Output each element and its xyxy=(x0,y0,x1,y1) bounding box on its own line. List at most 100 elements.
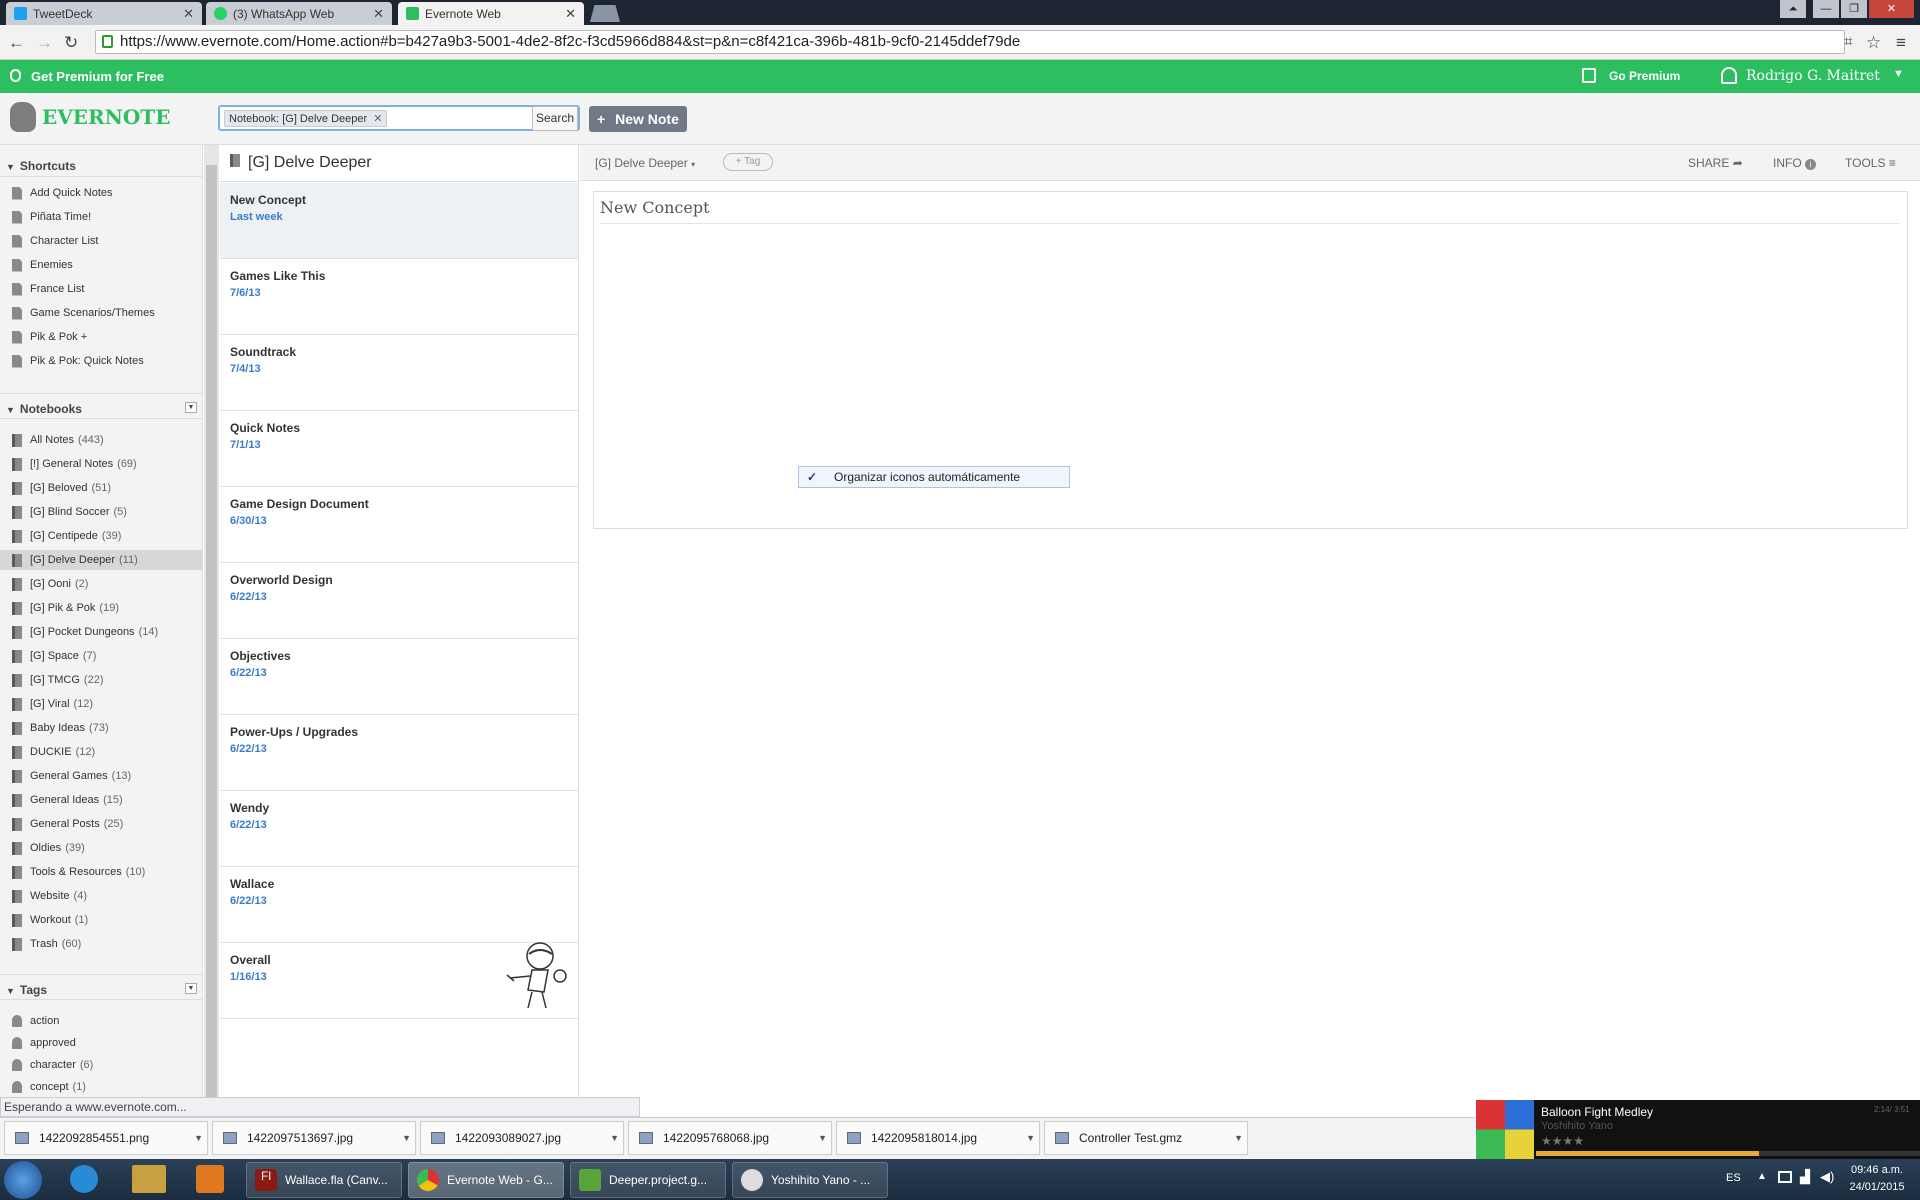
note-content-box[interactable]: New Concept xyxy=(593,191,1908,529)
notebook-item[interactable]: [G] Viral (12) xyxy=(12,694,93,714)
sidebar-scrollbar-thumb[interactable] xyxy=(206,165,217,1097)
notebooks-header[interactable]: ▼ Notebooks ▼ xyxy=(0,393,202,419)
window-close-button[interactable]: ✕ xyxy=(1869,0,1914,18)
note-card[interactable]: Games Like This 7/6/13 xyxy=(220,259,578,335)
download-item[interactable]: 1422097513697.jpg ▼ xyxy=(212,1121,416,1155)
chevron-down-icon[interactable]: ▼ xyxy=(818,1133,827,1143)
download-item[interactable]: 1422093089027.jpg ▼ xyxy=(420,1121,624,1155)
tag-item[interactable]: approved xyxy=(12,1033,80,1053)
notebook-item[interactable]: [!] General Notes (69) xyxy=(12,454,137,474)
download-item[interactable]: 1422095768068.jpg ▼ xyxy=(628,1121,832,1155)
taskbar-item-chrome[interactable]: Evernote Web - G... xyxy=(408,1162,564,1198)
notebook-selector[interactable]: [G] Delve Deeper ▾ xyxy=(595,156,695,170)
network-icon[interactable]: ▟ xyxy=(1800,1169,1810,1185)
notebook-item[interactable]: General Posts (25) xyxy=(12,814,123,834)
note-card[interactable]: Wallace 6/22/13 xyxy=(220,867,578,943)
download-item[interactable]: 1422092854551.png ▼ xyxy=(4,1121,208,1155)
volume-icon[interactable]: ◀) xyxy=(1820,1169,1834,1185)
shortcut-item[interactable]: Pik & Pok + xyxy=(12,327,87,347)
notebook-item[interactable]: DUCKIE (12) xyxy=(12,742,95,762)
user-icon[interactable]: ⏶ xyxy=(1780,0,1806,18)
chevron-down-icon[interactable]: ▼ xyxy=(610,1133,619,1143)
notebooks-dropdown-icon[interactable]: ▼ xyxy=(185,402,197,413)
search-chip[interactable]: Notebook: [G] Delve Deeper ✕ xyxy=(224,110,388,127)
close-icon[interactable]: ✕ xyxy=(183,6,194,22)
chevron-down-icon[interactable]: ▼ xyxy=(402,1133,411,1143)
tab-tweetdeck[interactable]: TweetDeck ✕ xyxy=(6,2,202,25)
shortcuts-header[interactable]: ▼ Shortcuts xyxy=(0,151,202,177)
go-premium-link[interactable]: Go Premium xyxy=(1609,69,1680,83)
back-icon[interactable]: ← xyxy=(8,33,25,53)
taskbar-item-music[interactable]: Yoshihito Yano - ... xyxy=(732,1162,888,1198)
tag-item[interactable]: character (6) xyxy=(12,1055,93,1075)
tools-button[interactable]: TOOLS ≡ xyxy=(1845,156,1896,170)
search-box[interactable]: Notebook: [G] Delve Deeper ✕ ✕ xyxy=(218,105,580,131)
shortcut-item[interactable]: Game Scenarios/Themes xyxy=(12,303,155,323)
media-player-icon[interactable] xyxy=(196,1165,224,1193)
note-card[interactable]: Quick Notes 7/1/13 xyxy=(220,411,578,487)
menu-icon[interactable]: ≡ xyxy=(1896,33,1906,53)
notebook-item[interactable]: [G] Ooni (2) xyxy=(12,574,88,594)
tab-evernote[interactable]: Evernote Web ✕ xyxy=(398,2,584,25)
note-card[interactable]: Wendy 6/22/13 xyxy=(220,791,578,867)
start-button[interactable] xyxy=(4,1161,42,1199)
notebook-item[interactable]: [G] Pik & Pok (19) xyxy=(12,598,119,618)
notebook-item[interactable]: [G] Blind Soccer (5) xyxy=(12,502,127,522)
chevron-down-icon[interactable]: ▼ xyxy=(1026,1133,1035,1143)
tray-expand-icon[interactable]: ▲ xyxy=(1757,1171,1767,1182)
language-indicator[interactable]: ES xyxy=(1726,1172,1741,1184)
notebook-item[interactable]: [G] Beloved (51) xyxy=(12,478,111,498)
note-card[interactable]: Soundtrack 7/4/13 xyxy=(220,335,578,411)
note-card[interactable]: Objectives 6/22/13 xyxy=(220,639,578,715)
shortcut-item[interactable]: Enemies xyxy=(12,255,73,275)
chevron-down-icon[interactable]: ▼ xyxy=(1893,68,1904,80)
shortcut-item[interactable]: Add Quick Notes xyxy=(12,183,113,203)
notebook-item[interactable]: Website (4) xyxy=(12,886,87,906)
rating-stars[interactable]: ★★★★ xyxy=(1541,1134,1584,1148)
minimize-button[interactable]: — xyxy=(1813,0,1839,18)
download-item[interactable]: 1422095818014.jpg ▼ xyxy=(836,1121,1040,1155)
notebook-item[interactable]: Baby Ideas (73) xyxy=(12,718,109,738)
new-note-button[interactable]: + New Note xyxy=(589,106,687,132)
note-card[interactable]: Overworld Design 6/22/13 xyxy=(220,563,578,639)
shortcut-item[interactable]: Pik & Pok: Quick Notes xyxy=(12,351,144,371)
tag-item[interactable]: concept (1) xyxy=(12,1077,86,1097)
close-icon[interactable]: ✕ xyxy=(373,6,384,22)
new-tab-button[interactable] xyxy=(590,5,620,22)
tags-header[interactable]: ▼ Tags ▼ xyxy=(0,974,202,1000)
notebook-item[interactable]: General Ideas (15) xyxy=(12,790,123,810)
notebook-item[interactable]: Tools & Resources (10) xyxy=(12,862,145,882)
chip-remove-icon[interactable]: ✕ xyxy=(373,113,382,125)
user-name[interactable]: Rodrigo G. Maitret xyxy=(1746,68,1880,84)
shortcut-item[interactable]: France List xyxy=(12,279,84,299)
taskbar-item-flash[interactable]: Fl Wallace.fla (Canv... xyxy=(246,1162,402,1198)
notebook-item[interactable]: [G] Centipede (39) xyxy=(12,526,121,546)
notebook-item[interactable]: [G] TMCG (22) xyxy=(12,670,103,690)
info-button[interactable]: INFO i xyxy=(1773,156,1817,170)
get-premium-link[interactable]: Get Premium for Free xyxy=(31,69,164,84)
note-card[interactable]: Power-Ups / Upgrades 6/22/13 xyxy=(220,715,578,791)
evernote-logo[interactable]: EVERNOTE xyxy=(10,102,170,132)
explorer-icon[interactable] xyxy=(132,1165,166,1193)
shortcut-item[interactable]: Character List xyxy=(12,231,98,251)
reload-icon[interactable]: ↻ xyxy=(64,33,78,53)
bookmark-star-icon[interactable]: ☆ xyxy=(1866,33,1881,53)
notebook-item[interactable]: General Games (13) xyxy=(12,766,131,786)
search-button[interactable]: Search xyxy=(532,106,578,131)
tag-item[interactable]: action xyxy=(12,1011,63,1031)
chevron-down-icon[interactable]: ▼ xyxy=(1234,1133,1243,1143)
note-title-field[interactable]: New Concept xyxy=(600,198,1900,224)
notebook-item[interactable]: [G] Space (7) xyxy=(12,646,96,666)
notebook-item[interactable]: [G] Delve Deeper (11) xyxy=(0,550,202,570)
share-button[interactable]: SHARE ➦ xyxy=(1688,156,1743,170)
notebook-item[interactable]: Workout (1) xyxy=(12,910,88,930)
notebook-item[interactable]: Trash (60) xyxy=(12,934,81,954)
url-field[interactable]: https://www.evernote.com/Home.action#b=b… xyxy=(95,30,1845,54)
context-menu-item[interactable]: ✓ Organizar iconos automáticamente xyxy=(798,466,1070,488)
forward-icon[interactable]: → xyxy=(36,33,53,53)
note-card[interactable]: New Concept Last week xyxy=(220,183,578,259)
tab-whatsapp[interactable]: (3) WhatsApp Web ✕ xyxy=(206,2,392,25)
notebook-item[interactable]: [G] Pocket Dungeons (14) xyxy=(12,622,158,642)
progress-track[interactable] xyxy=(1536,1151,1920,1156)
tags-dropdown-icon[interactable]: ▼ xyxy=(185,983,197,994)
